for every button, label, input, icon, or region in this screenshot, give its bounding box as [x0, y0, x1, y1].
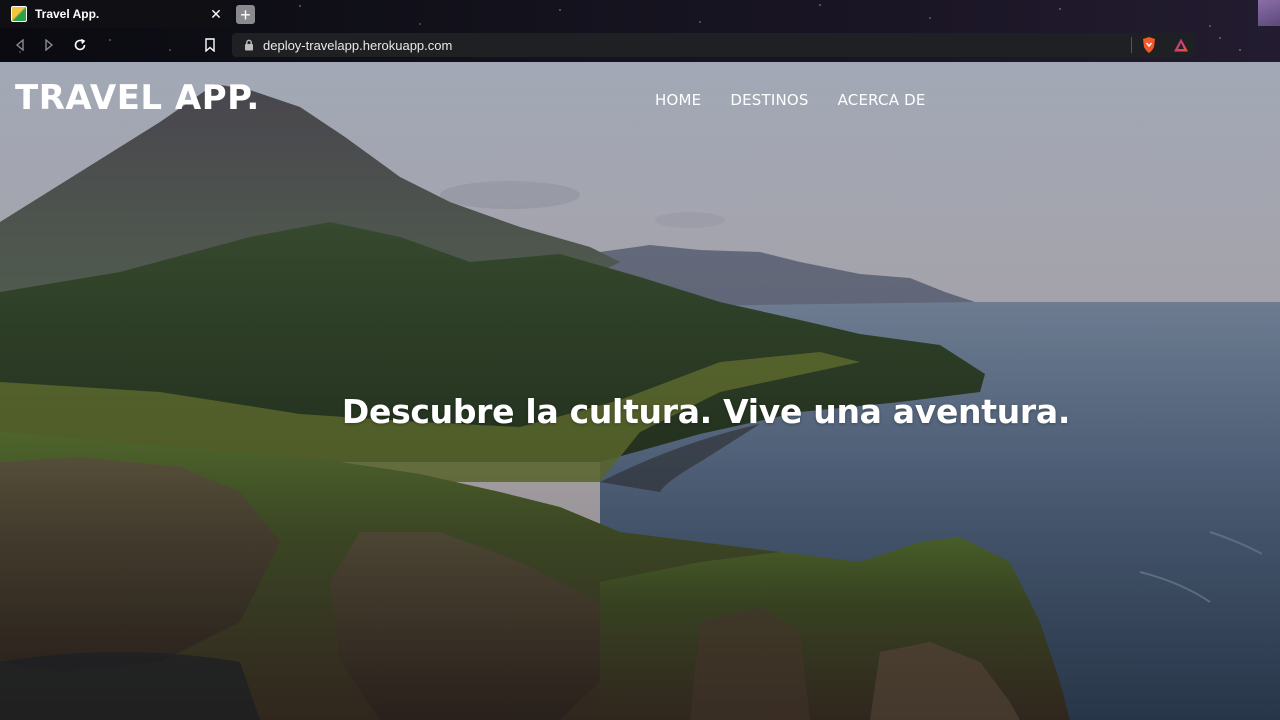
- browser-tab[interactable]: Travel App. ✕: [0, 0, 232, 28]
- tab-title: Travel App.: [35, 7, 100, 21]
- main-nav: HOME DESTINOS ACERCA DE: [655, 91, 955, 109]
- nav-acerca-de[interactable]: ACERCA DE: [838, 91, 926, 109]
- brave-shield-icon[interactable]: [1140, 36, 1158, 54]
- hero-title: Descubre la cultura. Vive una aventura.: [341, 392, 1071, 431]
- nav-home[interactable]: HOME: [655, 91, 701, 109]
- hero-overlay: [0, 62, 1280, 720]
- reload-icon[interactable]: [69, 34, 91, 56]
- forward-arrow-icon[interactable]: [38, 34, 60, 56]
- lock-icon: [242, 38, 256, 52]
- close-tab-icon[interactable]: ✕: [208, 6, 224, 22]
- travel-app-favicon-icon: [11, 6, 27, 22]
- browser-chrome: Travel App. ✕ + deploy-travelapp.herokua…: [0, 0, 1280, 62]
- brand-logo[interactable]: TRAVEL APP.: [15, 78, 260, 118]
- profile-avatar[interactable]: [1258, 0, 1280, 26]
- url-text[interactable]: deploy-travelapp.herokuapp.com: [263, 38, 1131, 53]
- nav-destinos[interactable]: DESTINOS: [730, 91, 808, 109]
- address-divider: [1131, 37, 1132, 53]
- new-tab-button[interactable]: +: [236, 5, 255, 24]
- bookmark-icon[interactable]: [199, 34, 221, 56]
- back-arrow-icon[interactable]: [9, 34, 31, 56]
- travel-app-page: TRAVEL APP. HOME DESTINOS ACERCA DE Desc…: [0, 62, 1280, 720]
- brave-rewards-icon[interactable]: [1172, 36, 1190, 54]
- address-bar[interactable]: deploy-travelapp.herokuapp.com: [232, 33, 1196, 57]
